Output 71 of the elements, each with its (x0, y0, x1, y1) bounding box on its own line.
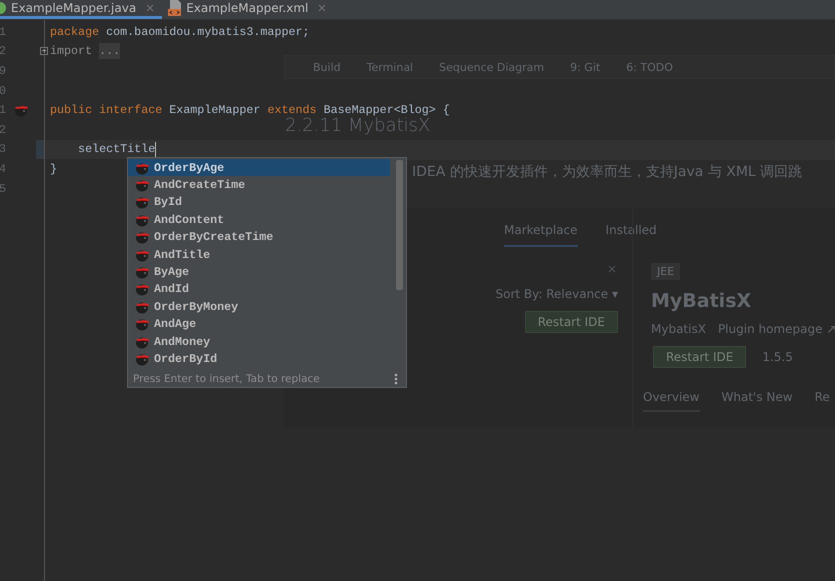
code-line: public interface ExampleMapper extends BaseMapper<Blog> { (50, 103, 450, 118)
bird-icon (136, 215, 149, 226)
bird-icon (136, 354, 149, 366)
completion-item[interactable]: AndTitle (128, 246, 390, 264)
file-tab[interactable]: ExampleMapper.xml (162, 0, 334, 19)
tool-window-tab[interactable]: Build (313, 60, 341, 74)
more-icon[interactable] (394, 372, 398, 384)
completion-hint: Press Enter to insert, Tab to replace (133, 372, 320, 384)
completion-item[interactable]: OrderById (128, 350, 390, 368)
tool-window-tab[interactable]: 6: TODO (626, 60, 673, 74)
tab-label: ExampleMapper.xml (186, 1, 308, 15)
code-line: package com.baomidou.mybatis3.mapper; (50, 24, 310, 39)
line-number: 1 (0, 103, 6, 118)
code-line: } (50, 162, 58, 176)
close-icon[interactable] (146, 4, 154, 12)
doc-heading: 2.2.11 MybatisX (285, 115, 430, 136)
code-line: selectTitle (77, 142, 156, 156)
code-line: import ... (50, 44, 120, 58)
line-number: 9 (0, 64, 6, 78)
bird-icon (136, 198, 149, 209)
detail-tab[interactable]: Overview (643, 390, 700, 412)
restart-button[interactable]: Restart IDE (653, 346, 746, 368)
completion-item[interactable]: AndCreateTime (128, 176, 390, 194)
dialog-tab[interactable]: Installed (606, 223, 657, 247)
tab-label: ExampleMapper.java (11, 1, 136, 15)
detail-tab[interactable]: Re (814, 390, 830, 412)
file-tab[interactable]: ExampleMapper.java (0, 0, 162, 19)
completion-item[interactable]: ById (128, 194, 390, 212)
completion-item[interactable]: AndMoney (128, 332, 390, 350)
fold-icon[interactable] (40, 46, 48, 55)
line-number: 0 (0, 84, 6, 98)
completion-item[interactable]: ByAge (128, 263, 390, 281)
sort-dropdown[interactable]: Sort By: Relevance ▾ (495, 287, 618, 301)
scrollbar[interactable] (396, 160, 403, 290)
bird-icon (136, 268, 149, 279)
line-number: 1 (0, 24, 6, 39)
dialog-tab[interactable]: Marketplace (504, 223, 578, 247)
completion-item[interactable]: OrderByCreateTime (128, 228, 390, 246)
line-number: 5 (0, 182, 6, 196)
completion-item[interactable]: AndId (128, 280, 390, 298)
category-tag: JEE (651, 263, 680, 280)
doc-paragraph: IDEA 的快速开发插件，为效率而生，支持Java 与 XML 调回跳 (412, 163, 804, 181)
close-icon[interactable] (318, 4, 326, 12)
plugin-title: MyBatisX (651, 290, 752, 312)
text-caret (155, 142, 156, 157)
homepage-link[interactable]: Plugin homepage ↗ (718, 322, 835, 336)
completion-item[interactable]: OrderByMoney (128, 298, 390, 316)
bird-icon[interactable] (15, 106, 28, 117)
restart-button[interactable]: Restart IDE (524, 311, 618, 333)
line-number: 3 (0, 142, 6, 156)
xml-file-icon (168, 0, 182, 16)
bird-icon (136, 232, 149, 244)
detail-tab[interactable]: What's New (722, 390, 793, 412)
tool-window-tab[interactable]: Sequence Diagram (439, 60, 544, 74)
bird-icon (136, 302, 149, 314)
bird-icon (136, 337, 149, 348)
close-icon[interactable] (608, 265, 616, 273)
bird-icon (136, 320, 149, 331)
line-number: 2 (0, 44, 6, 58)
bird-icon (136, 180, 149, 192)
completion-item[interactable]: AndContent (128, 211, 390, 229)
line-number: 2 (0, 122, 6, 137)
vendor-link[interactable]: MybatisX (651, 322, 706, 336)
tool-window-tab[interactable]: Terminal (366, 60, 414, 74)
bird-icon (136, 163, 149, 174)
completion-item[interactable]: OrderByAge (128, 159, 390, 176)
bird-icon (136, 250, 149, 262)
version-text: 1.5.5 (762, 350, 793, 364)
tool-window-tab[interactable]: 9: Git (570, 60, 600, 74)
bird-icon (136, 284, 149, 296)
completion-item[interactable]: AndAge (128, 316, 390, 333)
